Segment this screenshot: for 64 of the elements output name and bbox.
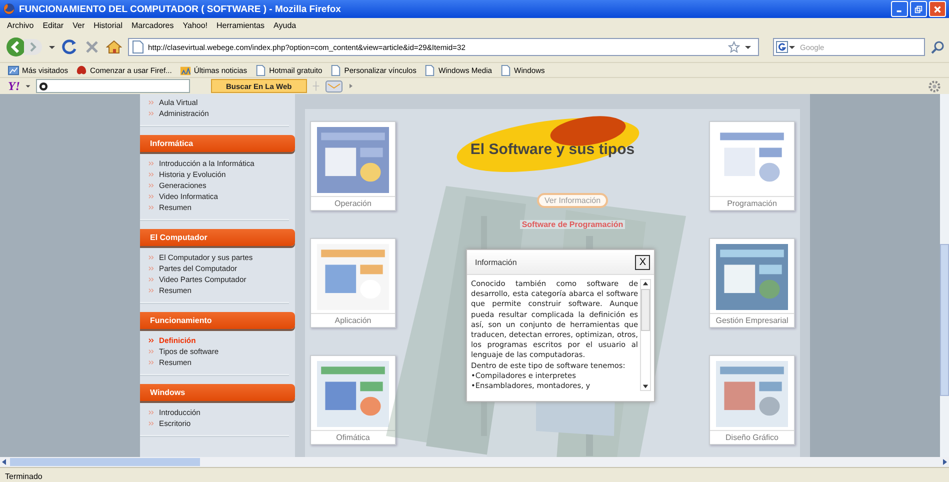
settings-icon[interactable] — [928, 80, 941, 92]
chevron-icon — [148, 205, 155, 210]
page-icon — [132, 40, 144, 54]
close-button[interactable] — [929, 1, 946, 17]
minimize-button[interactable] — [891, 1, 908, 17]
menu-item[interactable]: Ayuda — [274, 20, 296, 30]
menu-item[interactable]: Historial — [94, 20, 123, 30]
chevron-icon — [148, 172, 155, 177]
chevron-icon — [148, 194, 155, 199]
chevron-icon — [148, 277, 155, 282]
chevron-icon — [148, 360, 155, 365]
page-icon — [330, 64, 342, 76]
scrollbar[interactable] — [0, 457, 949, 467]
chevron-icon — [148, 349, 155, 354]
reload-button[interactable] — [62, 39, 78, 55]
menu-item[interactable]: Yahoo! — [182, 20, 208, 30]
search-icon — [39, 82, 48, 90]
search-icon[interactable] — [931, 40, 945, 54]
dropdown-caret-icon[interactable] — [744, 43, 752, 51]
restore-icon — [914, 4, 923, 14]
category-card[interactable]: Gestión Empresarial — [709, 238, 795, 328]
status-text: Terminado — [5, 472, 42, 481]
chevron-icon — [148, 410, 155, 415]
search-engine-icon[interactable] — [774, 41, 798, 53]
menu-item[interactable]: Ver — [72, 20, 85, 30]
window-title: FUNCIONAMIENTO DEL COMPUTADOR ( SOFTWARE ) - Mozilla Firefox — [19, 4, 341, 14]
search-field[interactable] — [36, 79, 190, 93]
chevron-icon — [148, 255, 155, 260]
close-icon — [933, 4, 942, 14]
chevron-icon — [148, 100, 155, 105]
category-card[interactable]: Diseño Gráfico — [709, 355, 795, 445]
chart-icon — [8, 64, 19, 76]
menu-item[interactable]: Archivo — [7, 20, 34, 30]
scrollbar[interactable] — [940, 94, 949, 457]
category-card[interactable]: Ofimática — [310, 355, 396, 445]
stop-button[interactable] — [84, 39, 100, 55]
arrow-right-icon[interactable] — [348, 83, 354, 89]
section-header: Windows — [140, 384, 295, 401]
home-button[interactable] — [106, 39, 122, 55]
section-header: El Computador — [140, 229, 295, 246]
toolbar-logo[interactable]: Y! — [8, 78, 20, 94]
category-card[interactable]: Aplicación — [310, 238, 396, 328]
page-icon — [255, 64, 266, 76]
menu-item[interactable]: Herramientas — [216, 20, 265, 30]
category-card[interactable]: Programación — [709, 121, 795, 211]
chevron-icon — [148, 183, 155, 188]
chevron-icon — [148, 266, 155, 271]
chevron-icon — [148, 288, 155, 293]
star-icon[interactable] — [728, 41, 740, 53]
section-header: Funcionamiento — [140, 312, 295, 329]
menu-item[interactable]: Marcadores — [132, 20, 174, 30]
back-button[interactable] — [6, 37, 26, 57]
page-icon — [500, 64, 512, 76]
mail-icon[interactable] — [324, 79, 343, 93]
section-header: Informática — [140, 135, 295, 152]
chevron-icon — [148, 338, 155, 343]
dropdown-caret-icon[interactable] — [48, 43, 56, 51]
dropdown-caret-icon[interactable] — [25, 83, 31, 89]
menu-item[interactable]: Editar — [42, 20, 64, 30]
chevron-icon — [148, 111, 155, 116]
chevron-icon — [148, 161, 155, 166]
maximize-button[interactable] — [910, 1, 927, 17]
page-icon — [424, 64, 436, 76]
chevron-icon — [148, 421, 155, 426]
